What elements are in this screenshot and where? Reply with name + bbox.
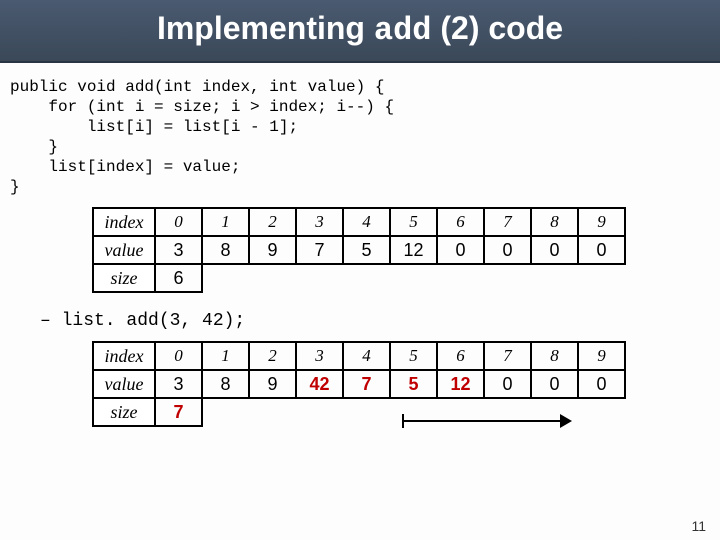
- value-cell: 8: [202, 370, 249, 398]
- value-cell: 0: [484, 370, 531, 398]
- index-label: index: [93, 208, 155, 236]
- value-cell: 0: [531, 370, 578, 398]
- index-cell: 4: [343, 342, 390, 370]
- index-cell: 8: [531, 342, 578, 370]
- size-cell: 7: [155, 398, 202, 426]
- value-cell: 0: [437, 236, 484, 264]
- page-number: 11: [691, 518, 706, 534]
- code-block: public void add(int index, int value) { …: [0, 63, 720, 203]
- value-cell: 3: [155, 370, 202, 398]
- value-cell: 12: [390, 236, 437, 264]
- value-cell-shifted: 5: [390, 370, 437, 398]
- index-cell: 5: [390, 208, 437, 236]
- index-label: index: [93, 342, 155, 370]
- index-cell: 0: [155, 208, 202, 236]
- size-cell: 6: [155, 264, 202, 292]
- value-cell: 0: [578, 236, 625, 264]
- table-row: value 3 8 9 7 5 12 0 0 0 0: [93, 236, 625, 264]
- index-cell: 1: [202, 342, 249, 370]
- index-cell: 6: [437, 208, 484, 236]
- value-cell: 8: [202, 236, 249, 264]
- title-pre: Implementing: [157, 10, 374, 46]
- value-cell: 3: [155, 236, 202, 264]
- title-post: (2) code: [431, 10, 563, 46]
- index-cell: 9: [578, 342, 625, 370]
- value-cell: 5: [343, 236, 390, 264]
- index-cell: 3: [296, 208, 343, 236]
- index-cell: 3: [296, 342, 343, 370]
- shift-arrow-icon: [402, 409, 572, 433]
- value-cell: 0: [484, 236, 531, 264]
- value-cell-shifted: 12: [437, 370, 484, 398]
- value-cell: 9: [249, 370, 296, 398]
- value-cell: 0: [578, 370, 625, 398]
- call-expression: – list. add(3, 42);: [0, 303, 720, 337]
- table-row: index 0 1 2 3 4 5 6 7 8 9: [93, 208, 625, 236]
- value-cell: 7: [296, 236, 343, 264]
- size-label: size: [93, 398, 155, 426]
- index-cell: 0: [155, 342, 202, 370]
- value-cell: 9: [249, 236, 296, 264]
- index-cell: 7: [484, 208, 531, 236]
- index-cell: 1: [202, 208, 249, 236]
- size-label: size: [93, 264, 155, 292]
- index-cell: 8: [531, 208, 578, 236]
- index-cell: 4: [343, 208, 390, 236]
- array-table-before: index 0 1 2 3 4 5 6 7 8 9 value 3 8 9 7 …: [92, 207, 626, 293]
- value-label: value: [93, 236, 155, 264]
- index-cell: 2: [249, 342, 296, 370]
- index-cell: 7: [484, 342, 531, 370]
- value-cell: 0: [531, 236, 578, 264]
- title-mono: add: [374, 12, 432, 49]
- table-row: size 6: [93, 264, 625, 292]
- table-row: value 3 8 9 42 7 5 12 0 0 0: [93, 370, 625, 398]
- value-cell-shifted: 7: [343, 370, 390, 398]
- blank-cell: [202, 264, 625, 292]
- index-cell: 5: [390, 342, 437, 370]
- table-row: index 0 1 2 3 4 5 6 7 8 9: [93, 342, 625, 370]
- index-cell: 6: [437, 342, 484, 370]
- value-label: value: [93, 370, 155, 398]
- slide-title: Implementing add (2) code: [0, 0, 720, 63]
- index-cell: 9: [578, 208, 625, 236]
- index-cell: 2: [249, 208, 296, 236]
- value-cell-inserted: 42: [296, 370, 343, 398]
